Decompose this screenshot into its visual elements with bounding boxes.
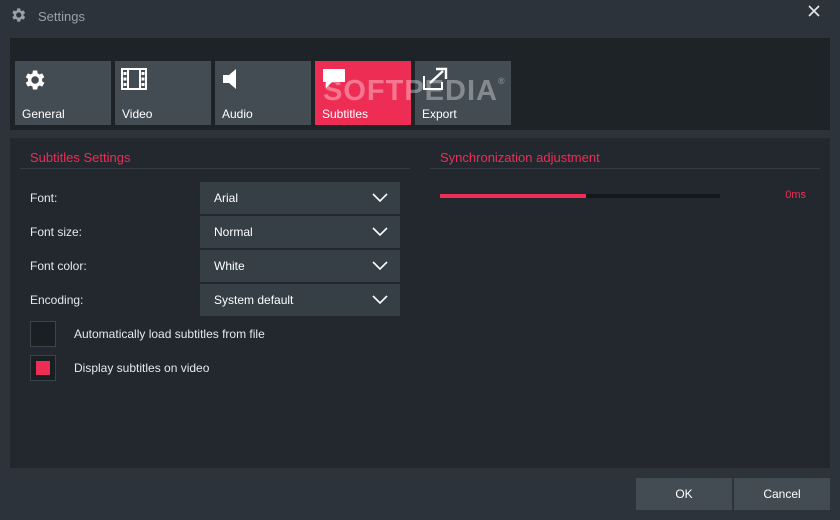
font-label: Font: <box>30 191 58 205</box>
tab-video[interactable]: Video <box>115 61 211 125</box>
sync-slider-fill <box>440 194 586 198</box>
font-color-select[interactable]: White <box>200 250 400 282</box>
sync-title: Synchronization adjustment <box>440 150 600 165</box>
sync-value: 0ms <box>785 189 806 201</box>
tab-label: General <box>22 107 65 121</box>
chevron-down-icon <box>372 295 388 305</box>
gear-icon <box>21 67 47 91</box>
tab-audio[interactable]: Audio <box>215 61 311 125</box>
font-value: Arial <box>214 191 239 205</box>
watermark: SOFTPEDIA® <box>323 75 506 107</box>
section-divider <box>430 168 820 169</box>
speaker-icon <box>221 67 247 91</box>
display-subtitles-checkbox[interactable] <box>30 355 56 381</box>
chevron-down-icon <box>372 261 388 271</box>
title-bar: Settings <box>0 0 840 34</box>
tab-label: Subtitles <box>322 107 369 121</box>
font-size-label: Font size: <box>30 225 83 239</box>
sync-slider[interactable] <box>440 194 720 198</box>
checkbox-mark <box>36 361 50 375</box>
tab-general[interactable]: General <box>15 61 111 125</box>
film-icon <box>121 67 147 91</box>
font-color-label: Font color: <box>30 259 87 273</box>
encoding-value: System default <box>214 293 294 307</box>
chevron-down-icon <box>372 227 388 237</box>
encoding-select[interactable]: System default <box>200 284 400 316</box>
cancel-button[interactable]: Cancel <box>734 478 830 510</box>
section-divider <box>20 168 410 169</box>
close-button[interactable] <box>800 0 828 24</box>
tab-label: Audio <box>222 107 253 121</box>
encoding-label: Encoding: <box>30 293 84 307</box>
window-title: Settings <box>38 9 85 24</box>
tab-label: Video <box>122 107 153 121</box>
auto-load-subtitles-label: Automatically load subtitles from file <box>74 327 265 341</box>
auto-load-subtitles-checkbox[interactable] <box>30 321 56 347</box>
gear-icon <box>9 6 27 24</box>
display-subtitles-label: Display subtitles on video <box>74 361 210 375</box>
ok-button[interactable]: OK <box>636 478 732 510</box>
chevron-down-icon <box>372 193 388 203</box>
subtitles-settings-title: Subtitles Settings <box>30 150 131 165</box>
font-color-value: White <box>214 259 245 273</box>
font-size-value: Normal <box>214 225 253 239</box>
close-icon <box>808 5 820 17</box>
settings-panel <box>10 138 830 468</box>
font-size-select[interactable]: Normal <box>200 216 400 248</box>
tab-label: Export <box>422 107 457 121</box>
font-select[interactable]: Arial <box>200 182 400 214</box>
